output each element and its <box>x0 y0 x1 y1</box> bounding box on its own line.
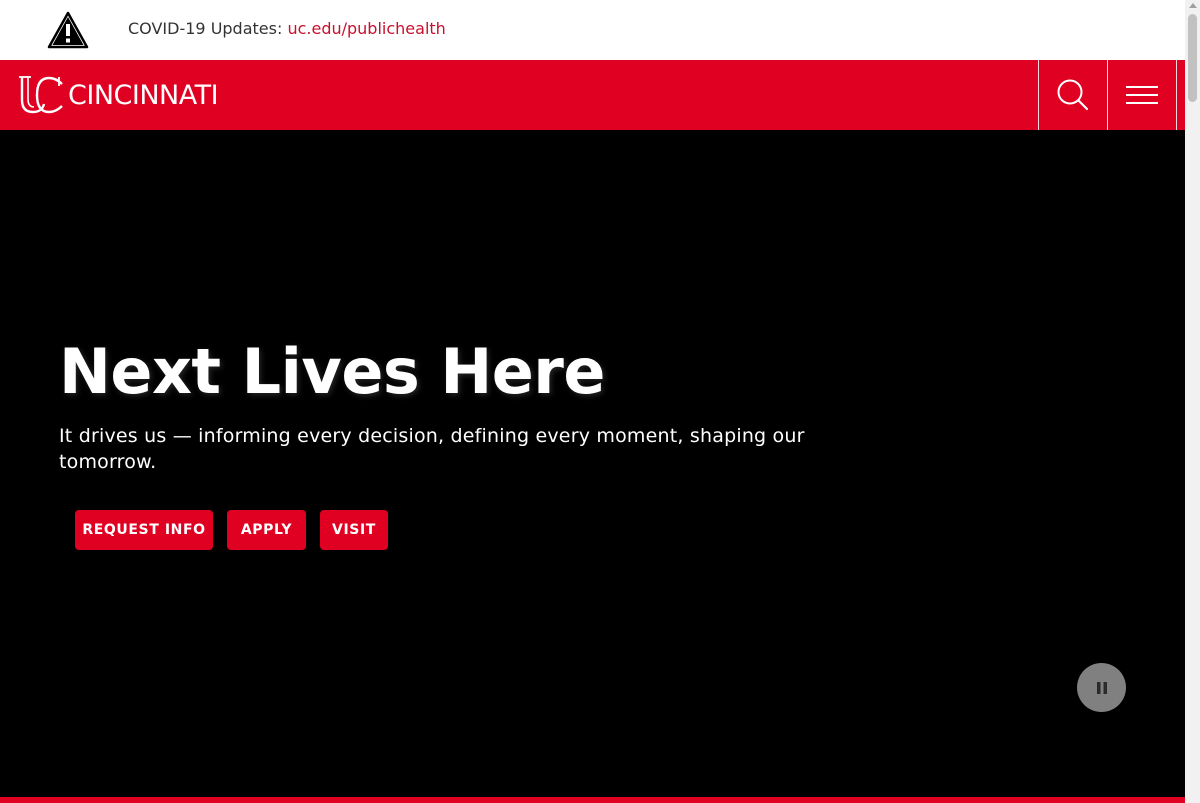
scrollbar-thumb[interactable] <box>1188 14 1197 102</box>
scroll-up-arrow-icon[interactable] <box>1189 3 1197 8</box>
logo-text: CINCINNATI <box>68 79 219 111</box>
hamburger-menu-icon <box>1126 86 1158 104</box>
section-divider <box>0 797 1185 803</box>
public-health-link[interactable]: uc.edu/publichealth <box>287 19 445 38</box>
apply-button[interactable]: APPLY <box>227 510 306 550</box>
visit-button[interactable]: VISIT <box>320 510 388 550</box>
pause-video-button[interactable] <box>1077 663 1126 712</box>
uc-logo-icon <box>19 76 63 114</box>
menu-button[interactable] <box>1107 60 1177 130</box>
search-icon <box>1057 79 1089 111</box>
alert-message: COVID-19 Updates: uc.edu/publichealth <box>128 19 446 38</box>
warning-icon <box>47 11 89 49</box>
search-button[interactable] <box>1038 60 1107 130</box>
alert-label: COVID-19 Updates: <box>128 19 288 38</box>
hero-subtitle: It drives us — informing every decision,… <box>59 425 805 473</box>
page-scrollbar[interactable] <box>1185 0 1200 803</box>
hero-title: Next Lives Here <box>59 335 605 408</box>
uc-logo[interactable]: CINCINNATI <box>18 74 219 116</box>
request-info-button[interactable]: REQUEST INFO <box>75 510 213 550</box>
pause-icon <box>1096 681 1107 694</box>
alert-bar: COVID-19 Updates: uc.edu/publichealth <box>0 0 1185 60</box>
